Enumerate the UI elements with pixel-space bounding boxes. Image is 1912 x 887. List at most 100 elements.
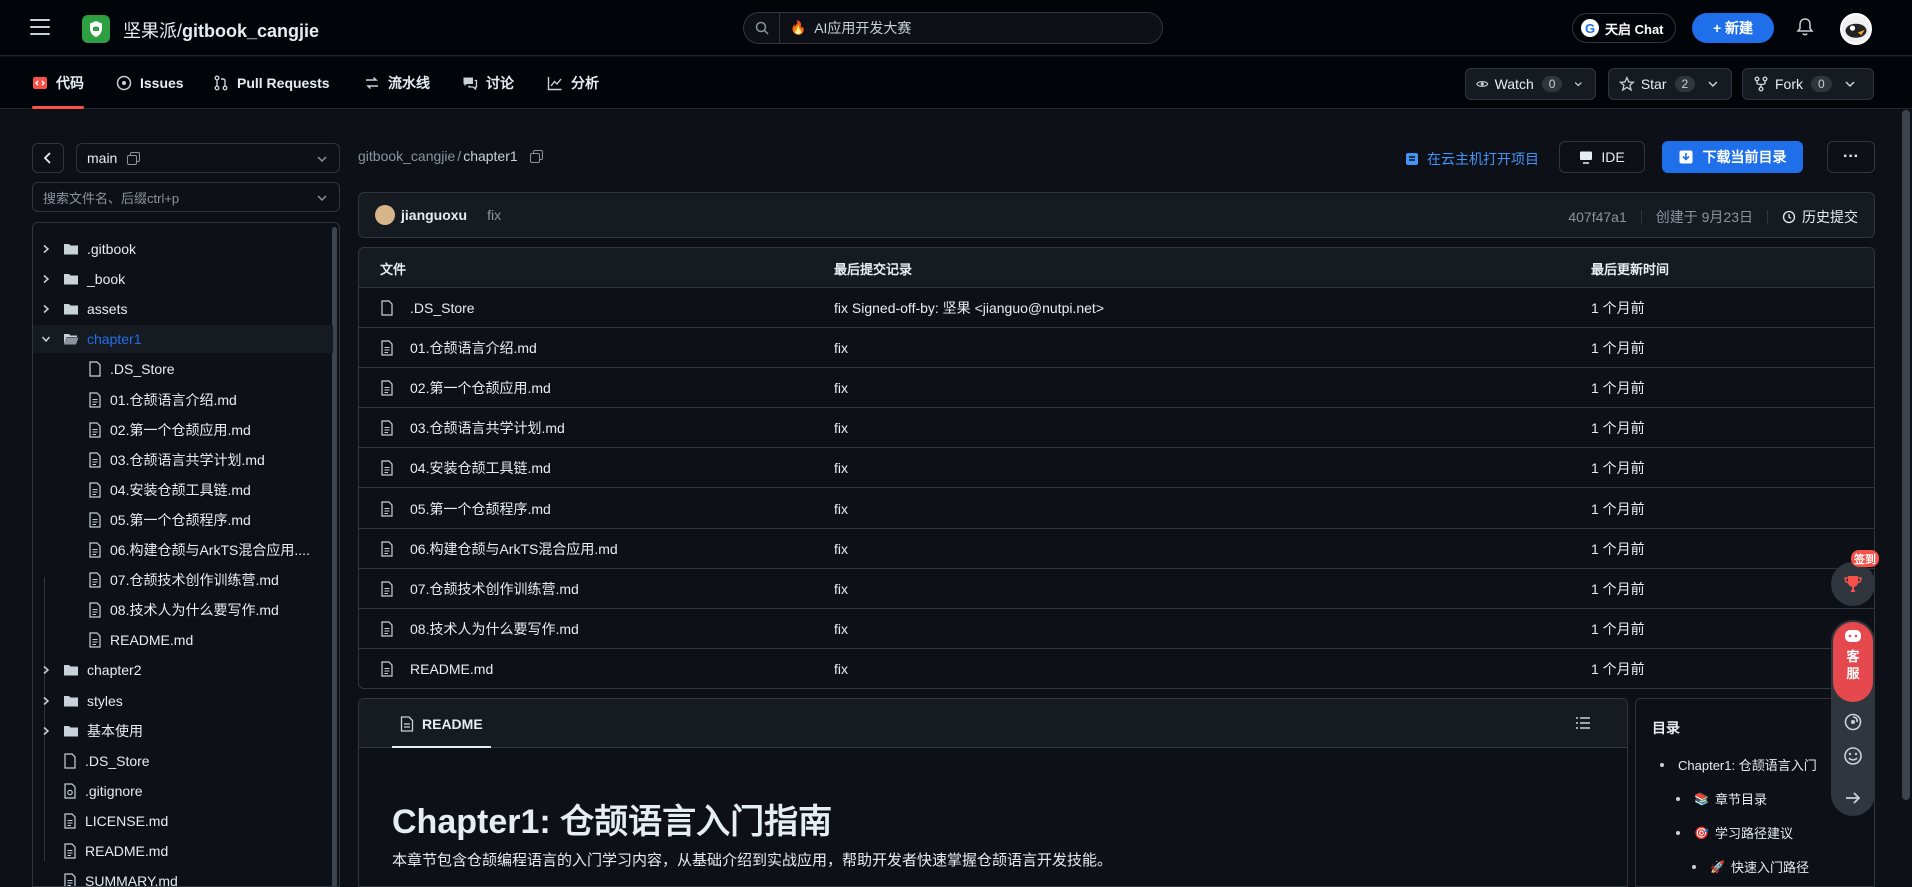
chevron-right-icon[interactable] [41, 274, 53, 284]
table-row[interactable]: 02.第一个仓颉应用.md fix 1 个月前 [359, 368, 1874, 409]
outline-list-icon[interactable] [1575, 715, 1591, 731]
commit-message-link[interactable]: fix [834, 489, 848, 529]
file-name-link[interactable]: .DS_Store [410, 300, 475, 316]
commit-message-link[interactable]: fix [834, 529, 848, 569]
commit-message-link[interactable]: fix [834, 649, 848, 688]
chevron-right-icon[interactable] [41, 696, 53, 706]
bell-icon[interactable] [1795, 16, 1815, 38]
chevron-right-icon[interactable] [41, 304, 53, 314]
tree-folder[interactable]: styles [33, 687, 333, 715]
tree-file[interactable]: 06.构建仓颉与ArkTS混合应用.... [33, 536, 333, 564]
chevron-right-icon[interactable] [41, 665, 53, 675]
menu-icon[interactable] [30, 16, 50, 38]
breadcrumb-repo[interactable]: gitbook_cangjie [358, 148, 455, 164]
user-avatar[interactable] [1840, 13, 1872, 45]
chevron-right-icon[interactable] [41, 244, 53, 254]
table-row[interactable]: 01.仓颉语言介绍.md fix 1 个月前 [359, 328, 1874, 369]
file-name-link[interactable]: 07.仓颉技术创作训练营.md [410, 579, 579, 599]
tree-file[interactable]: 03.仓颉语言共学计划.md [33, 446, 333, 474]
tree-file[interactable]: 02.第一个仓颉应用.md [33, 416, 333, 444]
tab-pull-requests[interactable]: Pull Requests [213, 57, 330, 109]
tree-file[interactable]: 01.仓颉语言介绍.md [33, 386, 333, 414]
refresh-spin-icon[interactable] [1843, 712, 1863, 732]
table-row[interactable]: README.md fix 1 个月前 [359, 649, 1874, 688]
tree-file[interactable]: README.md [33, 626, 333, 654]
check-in-badge[interactable]: 签到 [1851, 550, 1879, 567]
new-button[interactable]: + 新建 [1692, 13, 1774, 43]
customer-service-button[interactable]: 客 服 [1833, 622, 1873, 702]
commit-message[interactable]: fix [487, 207, 501, 223]
repo-org[interactable]: 坚果派 [123, 21, 177, 41]
file-name-link[interactable]: 02.第一个仓颉应用.md [410, 378, 551, 398]
arrow-right-icon[interactable] [1843, 788, 1863, 808]
commit-message-link[interactable]: fix [834, 328, 848, 368]
tree-folder[interactable]: assets [33, 295, 333, 323]
table-row[interactable]: 03.仓颉语言共学计划.md fix 1 个月前 [359, 408, 1874, 449]
commit-message-link[interactable]: fix [834, 368, 848, 408]
commit-author[interactable]: jianguoxu [401, 207, 467, 223]
file-name-link[interactable]: 01.仓颉语言介绍.md [410, 338, 537, 358]
check-in-button[interactable] [1831, 562, 1875, 606]
tree-folder[interactable]: chapter1 [33, 325, 333, 354]
tree-file[interactable]: LICENSE.md [33, 807, 333, 835]
commit-message-link[interactable]: fix Signed-off-by: 坚果 <jianguo@nutpi.net… [834, 288, 1104, 328]
toc-item[interactable]: 🎯 学习路径建议 [1676, 823, 1793, 842]
repo-logo[interactable] [82, 15, 110, 43]
search-icon[interactable] [744, 13, 780, 43]
table-row[interactable]: 04.安装仓颉工具链.md fix 1 个月前 [359, 448, 1874, 489]
chevron-down-icon[interactable] [41, 334, 53, 344]
tree-folder[interactable]: .gitbook [33, 235, 333, 263]
history-commits-link[interactable]: 历史提交 [1782, 207, 1858, 227]
tab-issues[interactable]: Issues [116, 57, 184, 109]
smiley-icon[interactable] [1843, 746, 1863, 766]
table-row[interactable]: 08.技术人为什么要写作.md fix 1 个月前 [359, 609, 1874, 649]
readme-tab[interactable]: README [392, 699, 491, 748]
toc-item[interactable]: 📚 章节目录 [1676, 789, 1767, 808]
tab-analytics[interactable]: 分析 [547, 57, 599, 109]
page-scrollbar[interactable] [1902, 110, 1910, 800]
file-name-link[interactable]: 03.仓颉语言共学计划.md [410, 418, 565, 438]
tianqi-chat-button[interactable]: G 天启 Chat [1572, 13, 1676, 43]
file-name-link[interactable]: 08.技术人为什么要写作.md [410, 619, 579, 639]
tree-file[interactable]: README.md [33, 837, 333, 865]
repo-name[interactable]: gitbook_cangjie [182, 21, 319, 41]
commit-message-link[interactable]: fix [834, 408, 848, 448]
file-name-link[interactable]: 04.安装仓颉工具链.md [410, 458, 551, 478]
copy-icon[interactable] [127, 151, 141, 165]
tree-file[interactable]: .gitignore [33, 777, 333, 805]
file-name-link[interactable]: README.md [410, 661, 493, 677]
tree-file[interactable]: 05.第一个仓颉程序.md [33, 506, 333, 534]
tab-code[interactable]: 代码 [32, 57, 84, 109]
copy-path-icon[interactable] [529, 149, 543, 163]
table-row[interactable]: 05.第一个仓颉程序.md fix 1 个月前 [359, 489, 1874, 529]
table-row[interactable]: 07.仓颉技术创作训练营.md fix 1 个月前 [359, 569, 1874, 609]
tree-folder[interactable]: 基本使用 [33, 717, 333, 745]
download-directory-button[interactable]: 下载当前目录 [1662, 141, 1803, 173]
file-name-link[interactable]: 05.第一个仓颉程序.md [410, 499, 551, 519]
tree-folder[interactable]: _book [33, 265, 333, 293]
table-row[interactable]: .DS_Store fix Signed-off-by: 坚果 <jianguo@… [359, 288, 1874, 328]
tree-file[interactable]: 08.技术人为什么要写作.md [33, 596, 333, 624]
ide-button[interactable]: IDE [1559, 141, 1645, 173]
tree-file[interactable]: .DS_Store [33, 747, 333, 775]
tree-file[interactable]: 04.安装仓颉工具链.md [33, 476, 333, 504]
commit-message-link[interactable]: fix [834, 569, 848, 609]
file-name-link[interactable]: 06.构建仓颉与ArkTS混合应用.md [410, 539, 618, 559]
tree-file[interactable]: 07.仓颉技术创作训练营.md [33, 566, 333, 594]
author-avatar[interactable] [375, 205, 395, 225]
commit-message-link[interactable]: fix [834, 448, 848, 488]
toc-item[interactable]: 🚀 快速入门路径 [1692, 857, 1809, 876]
star-button[interactable]: Star 2 [1608, 68, 1732, 100]
tree-file[interactable]: SUMMARY.md [33, 867, 333, 886]
commit-hash[interactable]: 407f47a1 [1568, 209, 1626, 225]
open-in-cloud-link[interactable]: 在云主机打开项目 [1405, 149, 1539, 169]
tree-folder[interactable]: chapter2 [33, 656, 333, 684]
tab-pipeline[interactable]: 流水线 [364, 57, 430, 109]
more-options-button[interactable]: ··· [1827, 141, 1875, 173]
global-search[interactable]: 🔥 [743, 12, 1163, 44]
watch-button[interactable]: Watch 0 [1465, 68, 1596, 100]
fork-button[interactable]: Fork 0 [1742, 68, 1874, 100]
file-search-input[interactable]: 搜索文件名、后缀ctrl+p [32, 182, 340, 212]
table-row[interactable]: 06.构建仓颉与ArkTS混合应用.md fix 1 个月前 [359, 529, 1874, 569]
tree-file[interactable]: .DS_Store [33, 355, 333, 383]
